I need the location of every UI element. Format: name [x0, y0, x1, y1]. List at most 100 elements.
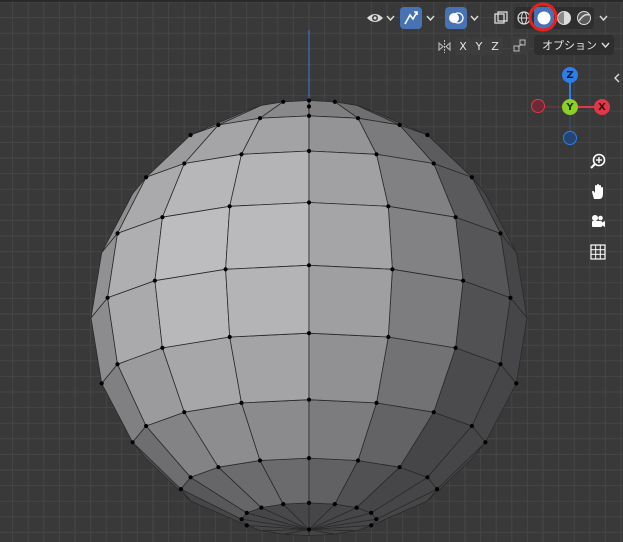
- mesh-vertex[interactable]: [425, 132, 430, 138]
- mesh-vertex[interactable]: [281, 502, 286, 507]
- mesh-vertex[interactable]: [435, 487, 440, 492]
- mirror-toggle-icon[interactable]: [436, 37, 452, 55]
- ortho-toggle-button[interactable]: [585, 239, 611, 265]
- mesh-vertex[interactable]: [355, 116, 361, 121]
- mesh-vertex[interactable]: [469, 423, 474, 429]
- mesh-vertex[interactable]: [306, 104, 312, 109]
- mesh-face[interactable]: [229, 150, 310, 207]
- mesh-vertex[interactable]: [257, 116, 263, 121]
- mesh-vertex[interactable]: [369, 523, 374, 528]
- mesh-vertex[interactable]: [216, 122, 221, 128]
- mesh-vertex[interactable]: [144, 423, 149, 429]
- mesh-vertex[interactable]: [160, 345, 165, 350]
- mesh-vertex[interactable]: [431, 161, 436, 166]
- mesh-vertex[interactable]: [105, 295, 110, 300]
- mesh-vertex[interactable]: [99, 381, 104, 386]
- mesh-vertex[interactable]: [216, 465, 221, 470]
- mesh-vertex[interactable]: [453, 345, 458, 350]
- mesh-face[interactable]: [387, 268, 464, 349]
- mesh-vertex[interactable]: [259, 505, 264, 510]
- mesh-vertex[interactable]: [397, 122, 402, 128]
- mesh-vertex[interactable]: [239, 400, 244, 405]
- mesh-vertex[interactable]: [431, 410, 436, 415]
- mesh-vertex[interactable]: [144, 175, 149, 180]
- mesh-vertex[interactable]: [483, 440, 488, 445]
- mesh-vertex[interactable]: [514, 381, 519, 386]
- pan-button[interactable]: [585, 179, 611, 205]
- mesh-vertex[interactable]: [182, 161, 187, 166]
- mesh-vertex[interactable]: [130, 440, 135, 445]
- mesh-vertex[interactable]: [257, 458, 263, 463]
- mesh-vertex[interactable]: [453, 215, 458, 220]
- mesh-vertex[interactable]: [115, 231, 120, 236]
- gizmo-z-ball[interactable]: Z: [562, 67, 578, 83]
- mesh-face[interactable]: [308, 264, 393, 338]
- mesh-vertex[interactable]: [425, 475, 430, 480]
- mesh-vertex[interactable]: [354, 505, 359, 510]
- mesh-vertex[interactable]: [178, 487, 183, 492]
- mesh-vertex[interactable]: [390, 267, 395, 272]
- mesh-vertex[interactable]: [306, 113, 312, 118]
- gizmo-x-ball[interactable]: X: [594, 99, 610, 115]
- mesh-vertex[interactable]: [152, 278, 157, 283]
- gizmo-toggle-button[interactable]: [400, 7, 422, 29]
- mesh-vertex[interactable]: [306, 331, 312, 336]
- mesh-vertex[interactable]: [306, 200, 312, 205]
- mirror-y-button[interactable]: Y: [471, 37, 487, 55]
- mesh-vertex[interactable]: [306, 148, 312, 154]
- mesh-vertex[interactable]: [306, 397, 312, 402]
- mesh-vertex[interactable]: [306, 500, 312, 505]
- gizmo-neg-z-ball[interactable]: [563, 131, 577, 145]
- mesh-vertex[interactable]: [355, 458, 361, 463]
- mesh-vertex[interactable]: [498, 362, 503, 367]
- visibility-dropdown-chevron-icon[interactable]: [384, 7, 396, 29]
- mesh-vertex[interactable]: [332, 99, 337, 104]
- camera-view-button[interactable]: [585, 209, 611, 235]
- mesh-face[interactable]: [387, 205, 464, 282]
- mesh-vertex[interactable]: [223, 267, 228, 272]
- mesh-face[interactable]: [154, 268, 231, 349]
- mesh-vertex[interactable]: [306, 456, 312, 461]
- mesh-vertex[interactable]: [374, 152, 379, 157]
- mesh-face[interactable]: [154, 205, 231, 282]
- mesh-vertex[interactable]: [508, 295, 513, 300]
- mesh-vertex[interactable]: [281, 99, 286, 104]
- rendered-shading-button[interactable]: [574, 7, 594, 29]
- mesh-vertex[interactable]: [306, 98, 312, 103]
- shading-dropdown-chevron-icon[interactable]: [597, 7, 609, 29]
- mesh-face[interactable]: [308, 202, 393, 270]
- mesh-face[interactable]: [225, 202, 310, 270]
- visibility-button[interactable]: [364, 7, 386, 29]
- gizmo-dropdown-chevron-icon[interactable]: [424, 7, 436, 29]
- overlays-dropdown-chevron-icon[interactable]: [468, 7, 480, 29]
- mesh-vertex[interactable]: [374, 517, 379, 522]
- mesh-vertex[interactable]: [227, 334, 232, 340]
- mesh-vertex[interactable]: [227, 204, 232, 209]
- overlays-toggle-button[interactable]: [445, 7, 467, 29]
- options-dropdown[interactable]: オプション: [534, 35, 614, 55]
- mesh-vertex[interactable]: [386, 334, 391, 340]
- mesh-vertex[interactable]: [498, 231, 503, 236]
- mesh-vertex[interactable]: [239, 517, 244, 522]
- mesh-vertex[interactable]: [160, 215, 165, 220]
- gizmo-neg-x-ball[interactable]: [531, 99, 545, 113]
- mesh-vertex[interactable]: [397, 465, 402, 470]
- xray-toggle-button[interactable]: [490, 7, 512, 29]
- mesh-face[interactable]: [308, 150, 389, 207]
- gizmo-y-ball[interactable]: Y: [562, 99, 578, 115]
- mesh-vertex[interactable]: [244, 510, 249, 515]
- mesh-face[interactable]: [308, 332, 389, 404]
- auto-merge-icon[interactable]: [511, 37, 529, 55]
- mesh-vertex[interactable]: [461, 278, 466, 283]
- mesh-vertex[interactable]: [188, 132, 193, 138]
- mesh-vertex[interactable]: [306, 263, 312, 268]
- mesh-vertex[interactable]: [469, 175, 474, 180]
- mesh-vertex[interactable]: [374, 400, 379, 405]
- mesh-vertex[interactable]: [332, 502, 337, 507]
- zoom-button[interactable]: [585, 148, 611, 174]
- mesh-vertex[interactable]: [188, 475, 193, 480]
- mesh-vertex[interactable]: [239, 152, 244, 157]
- mesh-face[interactable]: [225, 264, 310, 338]
- 3d-viewport[interactable]: X Y Z オプション Z X Y: [0, 0, 623, 542]
- mirror-z-button[interactable]: Z: [487, 37, 503, 55]
